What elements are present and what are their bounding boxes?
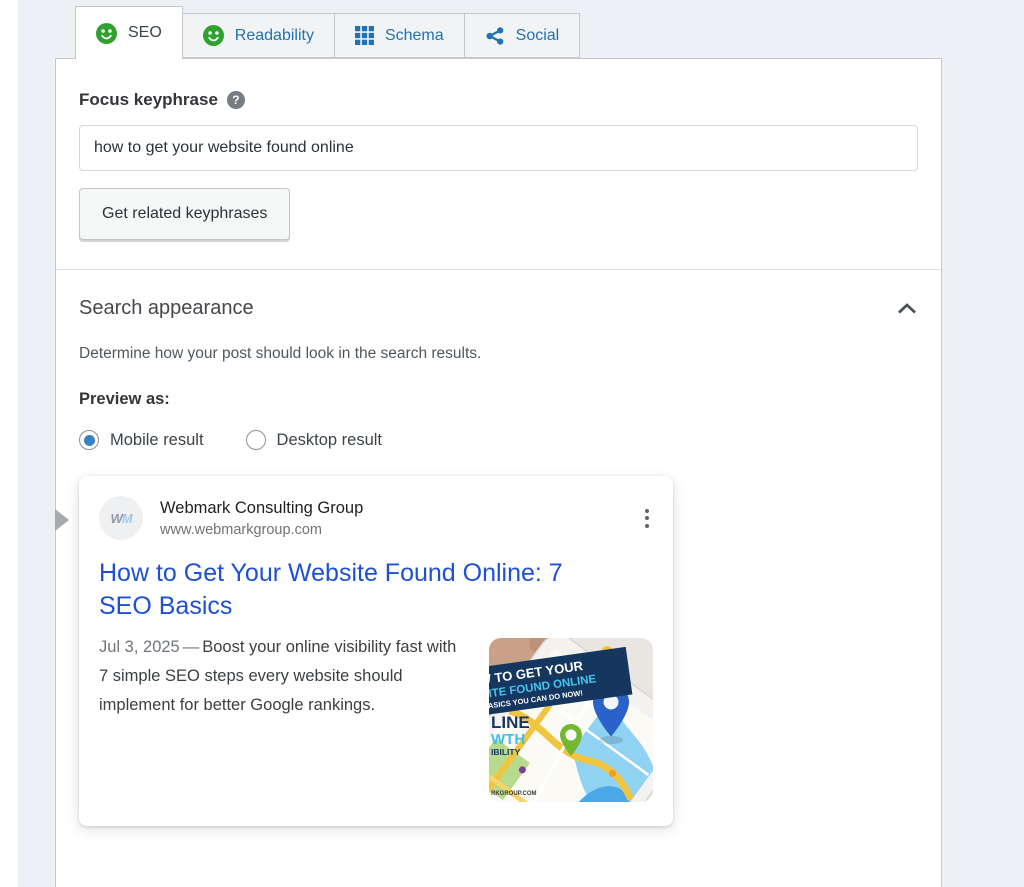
favicon-letter-w: W <box>110 511 121 526</box>
tab-label: Schema <box>385 27 444 45</box>
yoast-seo-panel: Focus keyphrase ? Get related keyphrases… <box>55 58 942 887</box>
focus-keyphrase-input[interactable] <box>79 125 918 171</box>
grid-icon <box>355 26 374 45</box>
site-url: www.webmarkgroup.com <box>160 522 363 538</box>
result-description: Jul 3, 2025—Boost your online visibility… <box>99 633 467 802</box>
preview-mode-radio-group: Mobile result Desktop result <box>79 430 918 450</box>
site-name: Webmark Consulting Group <box>160 499 363 518</box>
tab-readability[interactable]: Readability <box>183 13 335 58</box>
radio-mobile-result[interactable]: Mobile result <box>79 430 204 450</box>
svg-text:LINE: LINE <box>491 713 530 732</box>
focus-keyphrase-label: Focus keyphrase <box>79 90 218 110</box>
radio-desktop-result[interactable]: Desktop result <box>246 430 382 450</box>
get-related-keyphrases-button[interactable]: Get related keyphrases <box>79 188 290 240</box>
tab-label: Social <box>516 27 560 45</box>
radio-circle[interactable] <box>246 430 266 450</box>
result-thumbnail-image: W TO GET YOUR SITE FOUND ONLINE BASICS Y… <box>489 638 653 802</box>
tab-label: SEO <box>128 24 162 42</box>
tab-social[interactable]: Social <box>465 13 581 58</box>
favicon-letter-m: M <box>122 511 132 526</box>
radio-circle[interactable] <box>79 430 99 450</box>
yoast-tab-bar: SEO Readability Schema Social <box>75 6 580 58</box>
smiley-icon <box>203 25 224 46</box>
chevron-up-icon[interactable] <box>896 301 918 316</box>
preview-as-label: Preview as: <box>79 390 918 409</box>
result-date: Jul 3, 2025 <box>99 638 180 656</box>
result-title-link: How to Get Your Website Found Online: 7 … <box>99 557 596 623</box>
radio-label: Mobile result <box>110 431 204 450</box>
search-appearance-description: Determine how your post should look in t… <box>79 345 918 363</box>
mobile-search-preview-card: WM Webmark Consulting Group www.webmarkg… <box>79 476 673 826</box>
radio-label: Desktop result <box>277 431 382 450</box>
svg-text:RKGROUP.COM: RKGROUP.COM <box>491 791 537 797</box>
tab-label: Readability <box>235 27 314 45</box>
smiley-icon <box>96 23 117 44</box>
tab-schema[interactable]: Schema <box>335 13 465 58</box>
share-icon <box>485 26 505 46</box>
search-appearance-header[interactable]: Search appearance <box>79 297 918 320</box>
svg-text:WTH: WTH <box>491 731 525 748</box>
svg-text:IBILITY: IBILITY <box>491 747 521 757</box>
date-separator: — <box>183 638 200 656</box>
kebab-menu-icon <box>641 503 653 534</box>
right-caret <box>55 509 69 531</box>
section-divider <box>56 269 941 270</box>
question-mark-icon[interactable]: ? <box>227 91 245 109</box>
search-appearance-title: Search appearance <box>79 297 254 320</box>
tab-seo[interactable]: SEO <box>75 6 183 59</box>
site-favicon: WM <box>99 496 143 540</box>
